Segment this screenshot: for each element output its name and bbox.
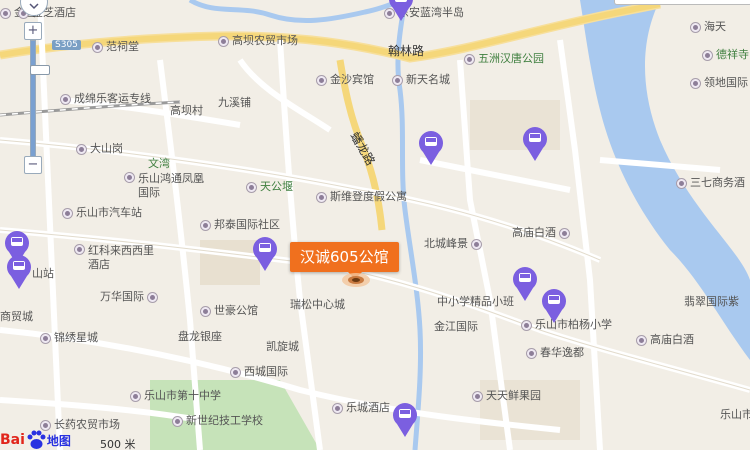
zoom-slider-thumb[interactable] bbox=[30, 65, 50, 75]
chevron-down-icon bbox=[29, 3, 39, 10]
label-wenwan: 文湾 bbox=[148, 157, 170, 170]
poi-wanhua[interactable]: 万华国际 bbox=[100, 290, 161, 304]
zoom-control: + − bbox=[20, 0, 50, 180]
scale-bar: 500 米 bbox=[100, 436, 136, 450]
poi-haitian[interactable]: 海天 bbox=[690, 20, 726, 34]
poi-chunhua[interactable]: 春华逸都 bbox=[526, 346, 584, 360]
zoom-slider-track[interactable] bbox=[30, 40, 50, 160]
poi-siwei[interactable]: 斯维登度假公寓 bbox=[316, 190, 407, 204]
bus-station-pin-9[interactable] bbox=[388, 0, 414, 22]
bus-station-pin-3[interactable] bbox=[252, 236, 278, 272]
poi-jinsha[interactable]: 金沙宾馆 bbox=[316, 73, 374, 87]
bus-station-pin-8[interactable] bbox=[392, 402, 418, 438]
map-canvas[interactable]: 翰林路 蟠龙路 S305 高坝村 九溪铺 文湾 瑞松中心城 盘龙银座 山站 金圆… bbox=[0, 0, 750, 450]
poi-gaomiao[interactable]: 高庙白酒 bbox=[512, 226, 573, 240]
zoom-in-button[interactable]: + bbox=[24, 22, 42, 40]
poi-lingdi[interactable]: 领地国际 bbox=[690, 76, 748, 90]
zoom-out-button[interactable]: − bbox=[24, 156, 42, 174]
label-jiuxipu: 九溪铺 bbox=[218, 96, 251, 109]
poi-qichezhan[interactable]: 乐山市汽车站 bbox=[62, 206, 142, 220]
poi-tiantian[interactable]: 天天鲜果园 bbox=[472, 389, 541, 403]
label-gaobacun: 高坝村 bbox=[170, 104, 203, 117]
poi-jinxiu[interactable]: 锦绣星城 bbox=[40, 331, 98, 345]
baidu-logo-text: Bai bbox=[0, 432, 25, 448]
poi-kaixuan[interactable]: 凯旋城 bbox=[266, 340, 299, 354]
poi-fanci[interactable]: 范祠堂 bbox=[92, 40, 139, 54]
road-label-hanlin: 翰林路 bbox=[388, 44, 425, 58]
poi-tiangong[interactable]: 天公堰 bbox=[246, 180, 293, 194]
baidu-logo: Bai 地图 bbox=[0, 430, 71, 450]
scale-label: 500 米 bbox=[100, 438, 136, 450]
poi-xintian[interactable]: 新天名城 bbox=[392, 73, 450, 87]
poi-sanqi[interactable]: 三七商务酒 bbox=[676, 176, 745, 190]
bus-station-pin-4[interactable] bbox=[418, 130, 444, 166]
poi-jinjiang[interactable]: 金江国际 bbox=[434, 320, 478, 334]
poi-dishizhong[interactable]: 乐山市第十中学 bbox=[130, 389, 221, 403]
road-shield-s305: S305 bbox=[52, 40, 81, 50]
poi-shangmao[interactable]: 商贸城 bbox=[0, 310, 33, 324]
bus-station-pin-5[interactable] bbox=[522, 126, 548, 162]
poi-zhongxiaoxue[interactable]: 中小学精品小班 bbox=[437, 295, 514, 309]
poi-shihao[interactable]: 世豪公馆 bbox=[200, 304, 258, 318]
label-shanzhan: 山站 bbox=[32, 267, 54, 280]
poi-xinshiji[interactable]: 新世纪技工学校 bbox=[172, 414, 263, 428]
poi-xicheng[interactable]: 西城国际 bbox=[230, 365, 288, 379]
poi-gaomiao2[interactable]: 高庙白酒 bbox=[636, 333, 694, 347]
baidu-logo-map-text: 地图 bbox=[46, 433, 71, 448]
bus-station-pin-6[interactable] bbox=[512, 266, 538, 302]
poi-gaoba[interactable]: 高坝农贸市场 bbox=[218, 34, 298, 48]
poi-beicheng[interactable]: 北城峰景 bbox=[424, 237, 485, 251]
poi-dexiang[interactable]: 德祥寺 bbox=[702, 48, 749, 62]
bus-station-pin-2[interactable] bbox=[6, 254, 32, 290]
location-marker-icon[interactable] bbox=[341, 272, 371, 288]
label-ruisong: 瑞松中心城 bbox=[290, 298, 345, 311]
pan-control[interactable] bbox=[20, 0, 48, 16]
poi-leshan-s[interactable]: 乐山市 bbox=[720, 408, 750, 422]
poi-bangtai[interactable]: 邦泰国际社区 bbox=[200, 218, 280, 232]
paw-icon bbox=[27, 430, 46, 449]
label-panlongyin: 盘龙银座 bbox=[178, 330, 222, 343]
poi-hongke[interactable]: 红科来西西里酒店 bbox=[74, 244, 154, 272]
map-type-control[interactable] bbox=[614, 0, 750, 5]
creek-main bbox=[395, 0, 424, 450]
poi-fenghua[interactable]: 翡翠国际紫 bbox=[684, 295, 739, 309]
poi-wuzhou[interactable]: 五洲汉唐公园 bbox=[464, 52, 544, 66]
poi-chengmian[interactable]: 成绵乐客运专线 bbox=[60, 92, 151, 106]
property-callout[interactable]: 汉诚605公馆 bbox=[290, 242, 399, 279]
poi-dashan[interactable]: 大山岗 bbox=[76, 142, 123, 156]
creek-top bbox=[188, 0, 406, 24]
bus-station-pin-7[interactable] bbox=[541, 288, 567, 324]
poi-lexiang[interactable]: 乐山鸿通凤凰国际 bbox=[124, 172, 204, 200]
map-base-layer bbox=[0, 0, 750, 450]
poi-lecheng[interactable]: 乐城酒店 bbox=[332, 401, 390, 415]
